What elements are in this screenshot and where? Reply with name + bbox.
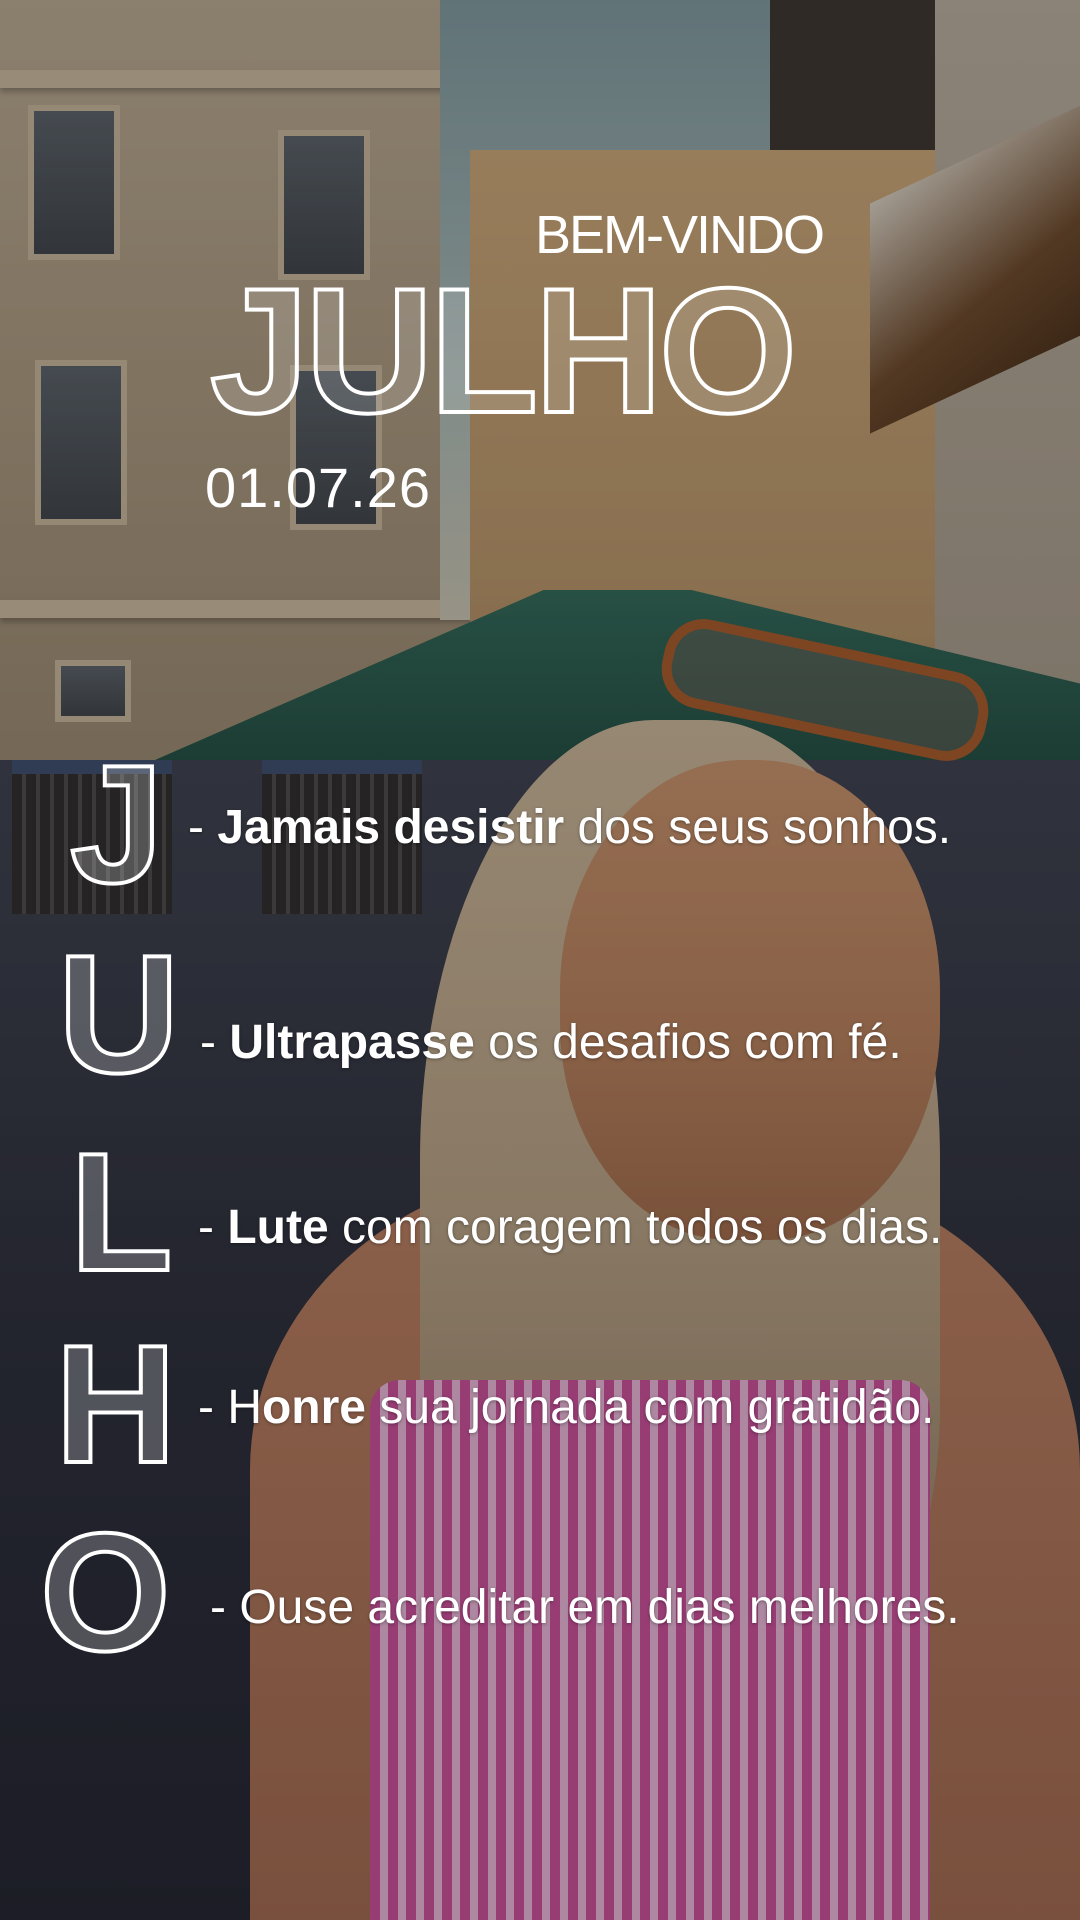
acrostic-dash: - H bbox=[198, 1381, 262, 1434]
acrostic-rest: Ouse acreditar em dias melhores. bbox=[239, 1581, 960, 1634]
acrostic-letter-u: U bbox=[56, 920, 181, 1108]
acrostic-dash: - bbox=[210, 1581, 240, 1634]
month-title: JULHO bbox=[208, 251, 799, 450]
acrostic-rest: dos seus sonhos. bbox=[564, 801, 952, 854]
acrostic-line-4: - Honre sua jornada com gratidão. bbox=[198, 1380, 934, 1435]
acrostic-keyword: Jamais desistir bbox=[217, 801, 565, 854]
acrostic-dash: - bbox=[198, 1201, 228, 1254]
acrostic-dash: - bbox=[200, 1016, 230, 1069]
acrostic-line-2: - Ultrapasse os desafios com fé. bbox=[200, 1015, 902, 1070]
acrostic-line-5: - Ouse acreditar em dias melhores. bbox=[210, 1580, 960, 1635]
story-canvas: BEM-VINDO JULHO 01.07.26 J - Jamais desi… bbox=[0, 0, 1080, 1920]
acrostic-letter-h: H bbox=[53, 1310, 178, 1498]
acrostic-letter-l: L bbox=[68, 1118, 175, 1306]
acrostic-line-1: - Jamais desistir dos seus sonhos. bbox=[188, 800, 951, 855]
acrostic-keyword: Ultrapasse bbox=[229, 1016, 475, 1069]
acrostic-rest: os desafios com fé. bbox=[474, 1016, 902, 1069]
date-text: 01.07.26 bbox=[205, 456, 431, 519]
acrostic-rest: com coragem todos os dias. bbox=[328, 1201, 943, 1254]
acrostic-keyword: onre bbox=[261, 1381, 366, 1434]
acrostic-rest: sua jornada com gratidão. bbox=[366, 1381, 935, 1434]
acrostic-line-3: - Lute com coragem todos os dias. bbox=[198, 1200, 942, 1255]
acrostic-letter-o: O bbox=[38, 1498, 173, 1686]
acrostic-letter-j: J bbox=[68, 730, 165, 918]
acrostic-dash: - bbox=[188, 801, 218, 854]
acrostic-keyword: Lute bbox=[227, 1201, 329, 1254]
